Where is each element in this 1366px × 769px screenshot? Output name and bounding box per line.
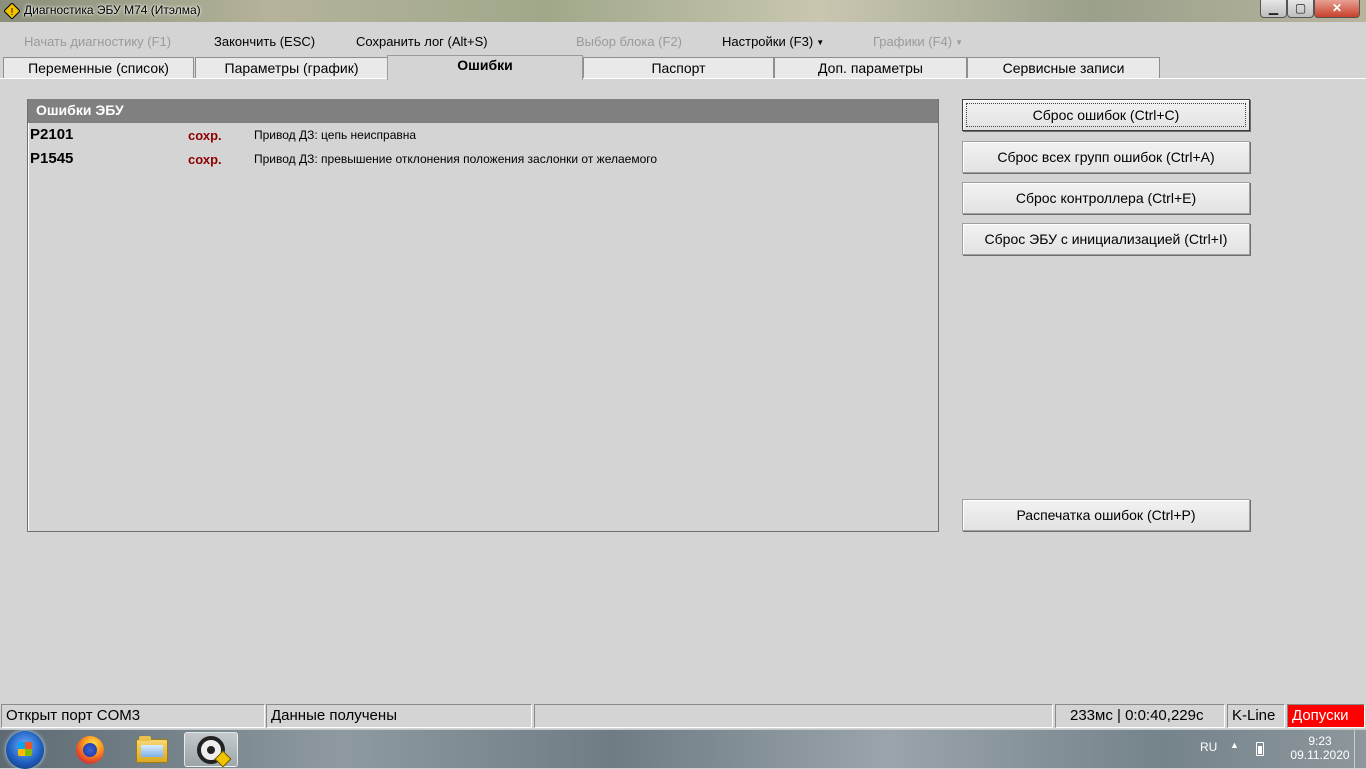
- tab-passport[interactable]: Паспорт: [583, 57, 774, 79]
- menu-settings-label: Настройки (F3): [722, 34, 814, 49]
- menu-finish[interactable]: Закончить (ESC): [214, 34, 315, 49]
- taskbar: RU ▲ 9:23 09.11.2020: [0, 729, 1366, 769]
- minimize-icon: ▁: [1268, 1, 1279, 15]
- status-timing: 233мс | 0:0:40,229с: [1055, 704, 1225, 728]
- show-desktop-button[interactable]: [1354, 730, 1366, 768]
- app-logo-icon: !: [3, 2, 21, 20]
- status-data: Данные получены: [266, 704, 532, 728]
- status-protocol: K-Line: [1227, 704, 1285, 728]
- clock-date: 09.11.2020: [1290, 748, 1350, 762]
- errors-panel-header: Ошибки ЭБУ: [28, 99, 938, 123]
- error-row[interactable]: P2101 сохр. Привод ДЗ: цепь неисправна: [28, 126, 938, 148]
- tab-divider: [0, 78, 1366, 79]
- taskbar-firefox[interactable]: [62, 732, 116, 767]
- maximize-button[interactable]: ▢: [1287, 0, 1314, 18]
- close-button[interactable]: ✕: [1314, 0, 1360, 18]
- battery-icon[interactable]: [1256, 742, 1264, 756]
- tray-expand-icon[interactable]: ▲: [1230, 740, 1239, 750]
- print-errors-button[interactable]: Распечатка ошибок (Ctrl+P): [962, 499, 1250, 531]
- taskbar-diagnostics-app[interactable]: [184, 732, 238, 768]
- reset-controller-button[interactable]: Сброс контроллера (Ctrl+E): [962, 182, 1250, 214]
- menu-bar: Начать диагностику (F1) Закончить (ESC) …: [0, 30, 1366, 52]
- tab-bar: Переменные (список) Параметры (график) О…: [0, 55, 1366, 80]
- clock[interactable]: 9:23 09.11.2020: [1288, 734, 1352, 762]
- menu-start-diagnostics[interactable]: Начать диагностику (F1): [24, 34, 171, 49]
- error-description: Привод ДЗ: цепь неисправна: [254, 128, 417, 142]
- menu-save-log[interactable]: Сохранить лог (Alt+S): [356, 34, 488, 49]
- error-row[interactable]: P1545 сохр. Привод ДЗ: превышение отклон…: [28, 150, 938, 172]
- error-status: сохр.: [188, 128, 222, 143]
- error-status: сохр.: [188, 152, 222, 167]
- menu-graphs-label: Графики (F4): [873, 34, 953, 49]
- tab-extra-parameters[interactable]: Доп. параметры: [774, 57, 967, 79]
- window-title: Диагностика ЭБУ М74 (Итэлма): [24, 3, 201, 17]
- language-indicator[interactable]: RU: [1200, 740, 1217, 754]
- maximize-icon: ▢: [1294, 1, 1307, 15]
- errors-panel: Ошибки ЭБУ P2101 сохр. Привод ДЗ: цепь н…: [27, 99, 939, 532]
- title-bar: ! Диагностика ЭБУ М74 (Итэлма) ▁ ▢ ✕: [0, 0, 1366, 22]
- start-button[interactable]: [6, 731, 44, 769]
- menu-graphs[interactable]: Графики (F4) ▼: [873, 34, 963, 49]
- status-port: Открыт порт COM3: [1, 704, 265, 728]
- chevron-down-icon: ▼: [955, 38, 964, 47]
- folder-icon: [136, 736, 168, 763]
- taskbar-explorer[interactable]: [124, 732, 178, 767]
- firefox-icon: [76, 736, 104, 764]
- reset-all-groups-button[interactable]: Сброс всех групп ошибок (Ctrl+A): [962, 141, 1250, 173]
- status-tolerance-alert[interactable]: Допуски: [1287, 704, 1365, 728]
- error-code: P2101: [30, 126, 74, 143]
- menu-select-block[interactable]: Выбор блока (F2): [576, 34, 682, 49]
- svg-text:!: !: [11, 7, 14, 18]
- client-area: Начать диагностику (F1) Закончить (ESC) …: [0, 22, 1366, 702]
- tab-parameters-graph[interactable]: Параметры (график): [195, 57, 388, 79]
- tab-variables-list[interactable]: Переменные (список): [3, 57, 194, 79]
- minimize-button[interactable]: ▁: [1260, 0, 1287, 18]
- error-description: Привод ДЗ: превышение отклонения положен…: [254, 152, 658, 166]
- tab-service-records[interactable]: Сервисные записи: [967, 57, 1160, 79]
- reset-ecu-init-button[interactable]: Сброс ЭБУ с инициализацией (Ctrl+I): [962, 223, 1250, 255]
- status-bar: Открыт порт COM3 Данные получены 233мс |…: [0, 702, 1366, 729]
- close-icon: ✕: [1331, 1, 1343, 15]
- reset-errors-button[interactable]: Сброс ошибок (Ctrl+C): [962, 99, 1250, 131]
- status-empty: [534, 704, 1053, 728]
- menu-settings[interactable]: Настройки (F3) ▼: [722, 34, 824, 49]
- tab-errors[interactable]: Ошибки: [387, 55, 583, 80]
- error-code: P1545: [30, 150, 74, 167]
- chevron-down-icon: ▼: [816, 38, 825, 47]
- clock-time: 9:23: [1308, 734, 1332, 748]
- windows-logo-icon: [18, 742, 32, 756]
